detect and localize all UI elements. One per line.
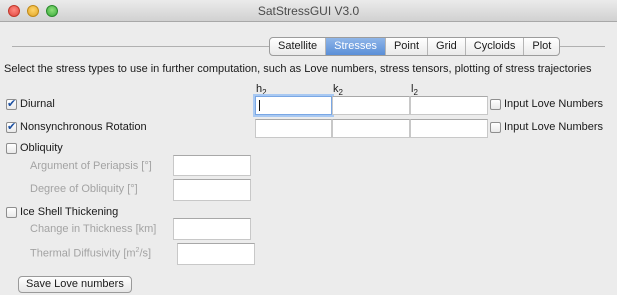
- obliquity-checkbox-row[interactable]: Obliquity: [6, 142, 63, 154]
- title-bar: SatStressGUI V3.0: [0, 0, 617, 22]
- tab-grid[interactable]: Grid: [428, 38, 466, 55]
- obliquity-label: Obliquity: [20, 142, 63, 154]
- thickness-change-input[interactable]: [173, 218, 251, 240]
- diurnal-checkbox-row[interactable]: Diurnal: [6, 97, 55, 110]
- diurnal-love-numbers-checkbox[interactable]: [490, 98, 501, 110]
- nsr-l2-input[interactable]: [410, 119, 488, 138]
- nsr-k2-input[interactable]: [332, 119, 410, 138]
- obliquity-checkbox[interactable]: [6, 142, 17, 154]
- periapsis-input[interactable]: [173, 155, 251, 176]
- nsr-checkbox[interactable]: [6, 120, 17, 133]
- nsr-love-numbers-option[interactable]: Input Love Numbers: [490, 121, 603, 133]
- thermal-diffusivity-input[interactable]: [177, 243, 255, 265]
- obliquity-degree-label: Degree of Obliquity [°]: [30, 183, 138, 195]
- diurnal-love-numbers-option[interactable]: Input Love Numbers: [490, 98, 603, 110]
- obliquity-degree-input[interactable]: [173, 179, 251, 201]
- periapsis-label: Argument of Periapsis [°]: [30, 160, 152, 172]
- nsr-love-numbers-label: Input Love Numbers: [504, 121, 604, 133]
- diurnal-l2-input[interactable]: [410, 96, 488, 115]
- save-love-numbers-button[interactable]: Save Love numbers: [18, 276, 132, 293]
- nsr-h2-input[interactable]: [255, 119, 332, 138]
- instructions-text: Select the stress types to use in furthe…: [4, 63, 592, 75]
- tab-point[interactable]: Point: [386, 38, 429, 55]
- tab-plot[interactable]: Plot: [524, 38, 559, 55]
- diurnal-checkbox[interactable]: [6, 97, 17, 110]
- text-caret: [259, 100, 260, 111]
- window-title: SatStressGUI V3.0: [257, 4, 360, 18]
- tab-satellite[interactable]: Satellite: [270, 38, 327, 55]
- app-window: SatStressGUI V3.0 Satellite Stresses Poi…: [0, 0, 617, 295]
- diurnal-k2-input[interactable]: [332, 96, 410, 115]
- nsr-love-numbers-checkbox[interactable]: [490, 121, 501, 133]
- ice-shell-label: Ice Shell Thickening: [20, 206, 119, 218]
- ice-shell-checkbox[interactable]: [6, 206, 17, 218]
- tab-bar: Satellite Stresses Point Grid Cycloids P…: [269, 37, 561, 56]
- nsr-label: Nonsynchronous Rotation: [20, 121, 147, 133]
- thermal-diffusivity-label: Thermal Diffusivity [m2/s]: [30, 247, 152, 260]
- thickness-change-label: Change in Thickness [km]: [30, 223, 157, 235]
- diurnal-h2-input[interactable]: [255, 96, 332, 115]
- tab-cycloids[interactable]: Cycloids: [466, 38, 525, 55]
- diurnal-label: Diurnal: [20, 98, 55, 110]
- nsr-checkbox-row[interactable]: Nonsynchronous Rotation: [6, 120, 147, 133]
- tab-stresses[interactable]: Stresses: [326, 38, 386, 55]
- ice-shell-checkbox-row[interactable]: Ice Shell Thickening: [6, 206, 118, 218]
- diurnal-love-numbers-label: Input Love Numbers: [504, 98, 604, 110]
